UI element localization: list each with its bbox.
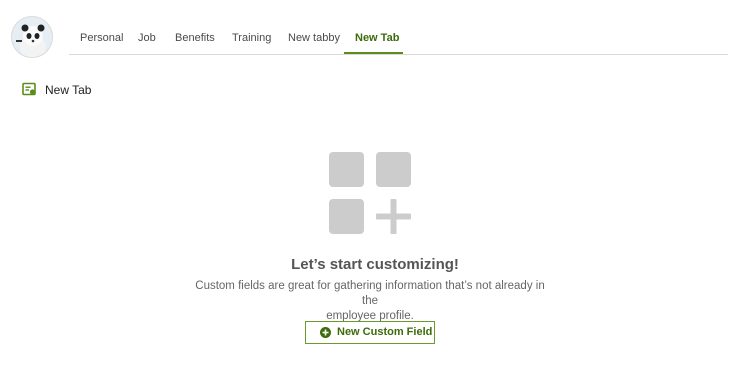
tab-personal[interactable]: Personal [80,22,123,55]
plus-circle-icon [320,327,331,338]
empty-state-title: Let’s start customizing! [291,256,459,273]
new-custom-field-button[interactable]: New Custom Field [305,321,435,344]
tab-new-tab[interactable]: New Tab [355,22,399,55]
tab-new-tabby[interactable]: New tabby [288,22,340,55]
employee-avatar[interactable] [11,16,53,58]
custom-fields-icon [22,82,36,96]
profile-tabs: Personal Job Benefits Training New tabby… [69,22,728,55]
tab-training[interactable]: Training [232,22,271,55]
empty-state-description: Custom fields are great for gathering in… [195,279,545,324]
grid-plus-icon [329,152,411,234]
empty-state-description-line1: Custom fields are great for gathering in… [195,280,545,307]
tab-benefits[interactable]: Benefits [175,22,215,55]
section-title: New Tab [45,83,92,97]
active-tab-indicator [344,52,403,54]
new-custom-field-label: New Custom Field [337,326,433,338]
panda-avatar-image [12,17,52,57]
tab-job[interactable]: Job [138,22,156,55]
